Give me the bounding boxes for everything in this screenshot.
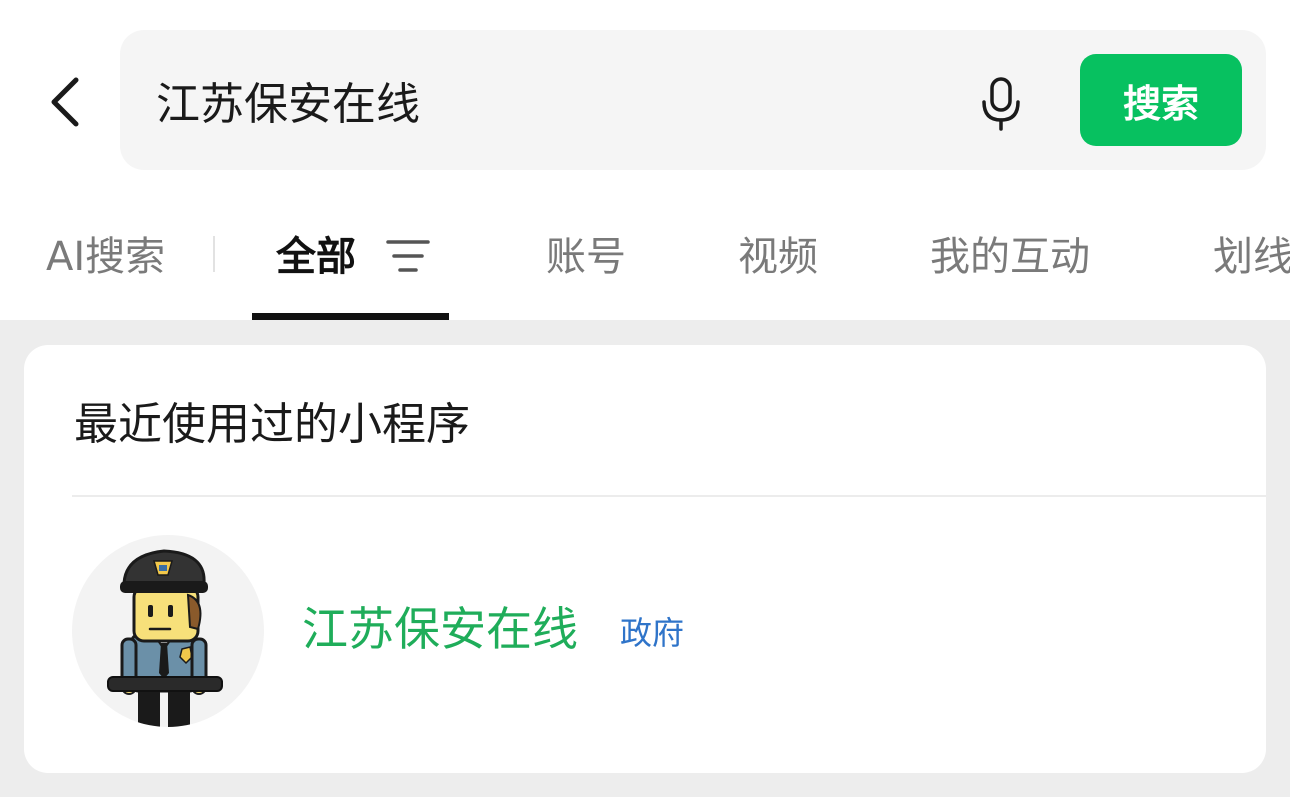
- tab-highlights[interactable]: 划线: [1213, 228, 1290, 286]
- government-badge: 政府: [620, 614, 685, 652]
- tab-accounts[interactable]: 账号: [546, 228, 626, 286]
- tab-divider: [213, 236, 215, 272]
- security-guard-icon: [72, 535, 264, 727]
- top-bar: 搜索 AI搜索 全部 账号 视频 我的互动 划线: [0, 0, 1290, 320]
- search-input[interactable]: [156, 60, 936, 140]
- tab-ai-search[interactable]: AI搜索: [46, 228, 165, 286]
- filter-icon[interactable]: [386, 238, 430, 274]
- search-button[interactable]: 搜索: [1080, 54, 1242, 146]
- back-icon[interactable]: [40, 72, 90, 132]
- mini-program-name: 江苏保安在线: [302, 602, 578, 656]
- mini-program-item[interactable]: 江苏保安在线 政府: [72, 525, 1266, 735]
- recent-mini-programs-card: 最近使用过的小程序 江苏保安在线 政府: [24, 345, 1266, 773]
- active-tab-indicator: [252, 313, 449, 320]
- section-divider: [72, 495, 1266, 497]
- microphone-icon[interactable]: [978, 76, 1024, 132]
- tab-my-interactions[interactable]: 我的互动: [930, 228, 1090, 286]
- section-title: 最近使用过的小程序: [74, 399, 470, 450]
- search-bar: 搜索: [120, 30, 1266, 170]
- tab-videos[interactable]: 视频: [738, 228, 818, 286]
- tab-all[interactable]: 全部: [276, 228, 356, 286]
